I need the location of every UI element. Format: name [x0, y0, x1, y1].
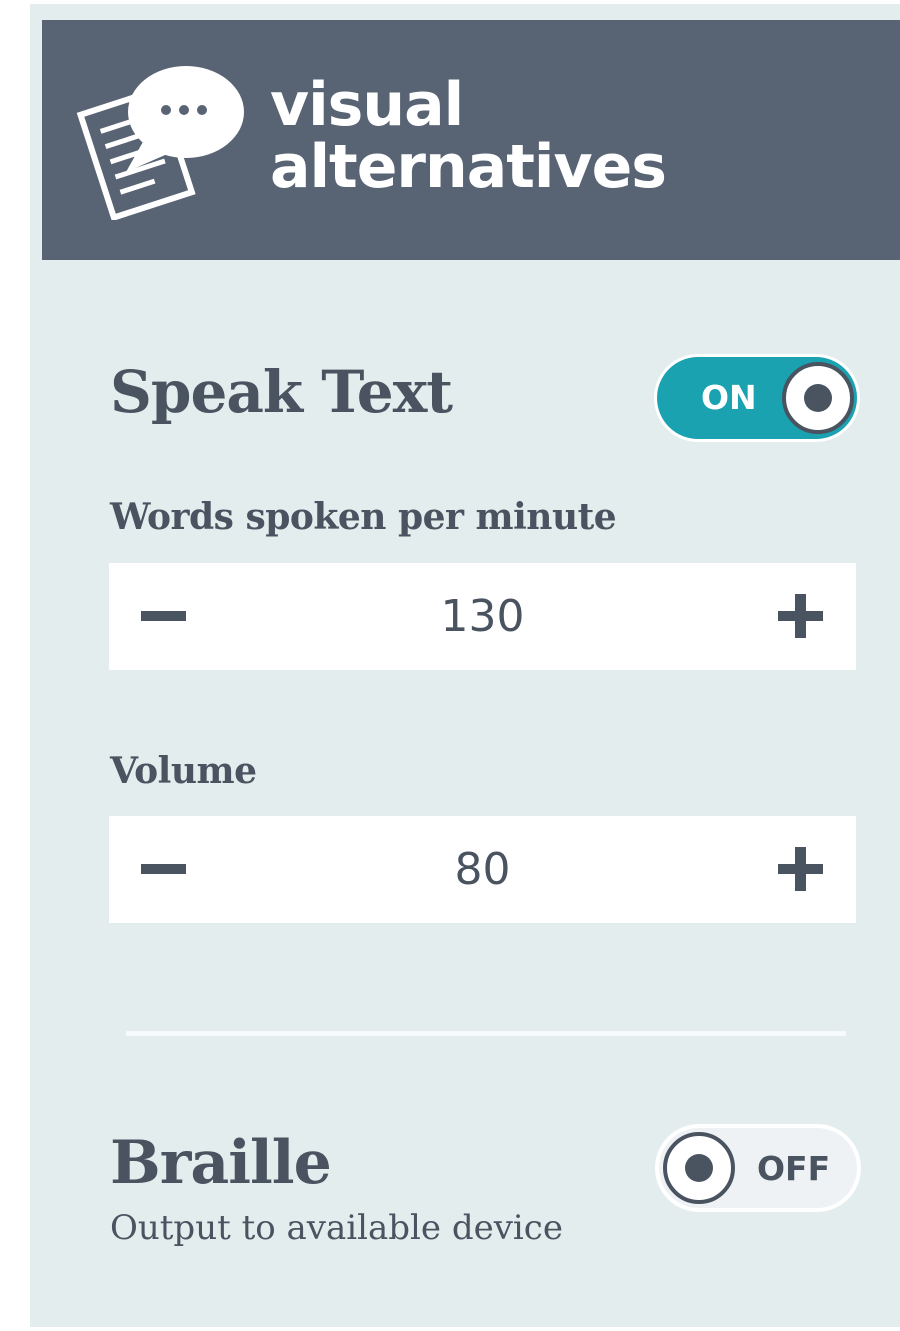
app-title-line-2: alternatives	[270, 132, 667, 202]
toggle-knob	[663, 1132, 735, 1204]
app-title-line-1: visual	[270, 70, 464, 140]
volume-value[interactable]: 80	[219, 816, 746, 923]
speech-bubble-document-icon	[76, 66, 244, 220]
volume-label: Volume	[110, 750, 257, 792]
minus-icon	[141, 864, 186, 874]
decrease-words-per-minute-button[interactable]	[109, 563, 219, 670]
toggle-off-label: OFF	[757, 1149, 831, 1188]
words-per-minute-value[interactable]: 130	[219, 563, 746, 670]
minus-icon	[141, 611, 186, 621]
decrease-volume-button[interactable]	[109, 816, 219, 923]
toggle-on-label: ON	[701, 378, 757, 417]
braille-title: Braille	[110, 1128, 332, 1198]
toggle-knob	[782, 362, 854, 434]
words-per-minute-stepper: 130	[109, 563, 856, 670]
app-title: visual alternatives	[270, 70, 667, 202]
volume-stepper: 80	[109, 816, 856, 923]
braille-description: Output to available device	[110, 1208, 563, 1248]
words-per-minute-label: Words spoken per minute	[110, 496, 617, 538]
speak-text-title: Speak Text	[110, 358, 453, 426]
section-divider	[126, 1031, 846, 1036]
increase-volume-button[interactable]	[746, 816, 856, 923]
increase-words-per-minute-button[interactable]	[746, 563, 856, 670]
braille-toggle[interactable]: OFF	[655, 1124, 861, 1212]
plus-icon	[778, 594, 823, 638]
speak-text-toggle[interactable]: ON	[654, 354, 860, 442]
plus-icon	[778, 847, 823, 891]
